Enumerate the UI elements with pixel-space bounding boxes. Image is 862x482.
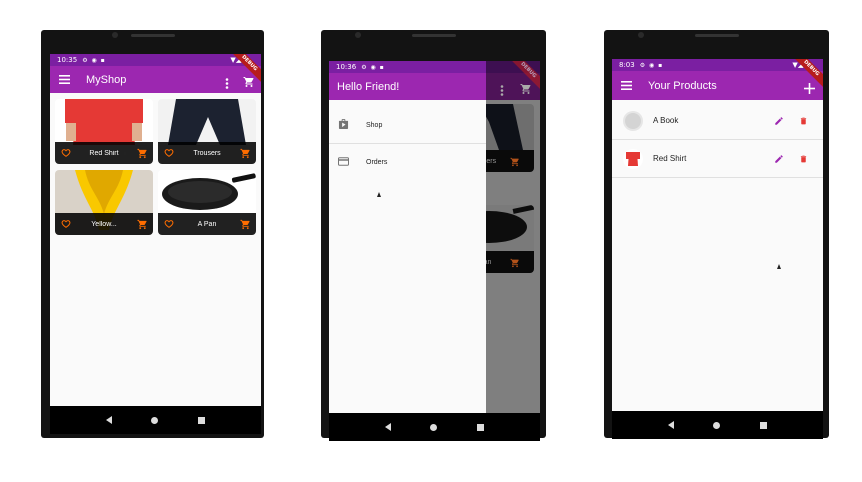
camera [112, 32, 118, 38]
status-time: 10:36 [336, 63, 357, 71]
mouse-cursor [123, 150, 127, 155]
tile-footer: Red Shirt [55, 142, 153, 164]
product-name: Yellow... [91, 220, 117, 228]
navigation-drawer: 10:36 ⚙ ◉ ▪ Hello Friend! Shop Orders [329, 61, 486, 413]
list-item: A Book [612, 102, 823, 139]
scrim-more-icon [500, 81, 504, 100]
avatar-image [626, 151, 640, 166]
recents-icon[interactable] [198, 416, 206, 424]
drawer-item-label: Shop [366, 121, 383, 129]
camera [638, 32, 644, 38]
cart-icon[interactable] [234, 148, 256, 159]
home-icon[interactable] [713, 421, 721, 429]
scrim-tile-footer: Pan [479, 251, 534, 273]
product-tile[interactable]: Red Shirt [55, 99, 153, 164]
delete-icon[interactable] [791, 154, 815, 164]
list-item: Red Shirt [612, 140, 823, 177]
scrim-tile: users [479, 104, 534, 172]
back-icon[interactable] [384, 423, 391, 431]
scrim-tile-image [479, 205, 534, 243]
status-icons: ⚙ ◉ ▪ [361, 63, 385, 71]
avatar [623, 148, 643, 169]
camera [355, 32, 361, 38]
android-nav-bar [50, 406, 261, 434]
scrim-cart-icon [510, 152, 520, 171]
edit-icon[interactable] [767, 116, 791, 126]
phone-2: users Pan DEBUG 10:36 ⚙ ◉ ▪ Hello Friend [321, 30, 546, 441]
product-title: A Book [653, 116, 679, 125]
hamburger-icon[interactable] [50, 75, 78, 84]
status-bar: 8:03 ⚙ ◉ ▪ ▼◢▮ [612, 59, 823, 71]
status-icons: ⚙ ◉ ▪ [82, 56, 106, 64]
home-icon[interactable] [151, 416, 159, 424]
avatar [623, 110, 643, 131]
heart-icon[interactable] [158, 148, 180, 158]
phone-3: 8:03 ⚙ ◉ ▪ ▼◢▮ Your Products DEBUG A Boo… [604, 30, 829, 439]
phone-1: 10:35 ⚙ ◉ ▪ ▼◢▮ MyShop DEBUG Red Shirt T… [41, 30, 264, 438]
screen-1: 10:35 ⚙ ◉ ▪ ▼◢▮ MyShop DEBUG Red Shirt T… [50, 54, 261, 434]
product-tile[interactable]: A Pan [158, 170, 256, 235]
product-tile[interactable]: Trousers [158, 99, 256, 164]
add-icon[interactable] [804, 79, 815, 98]
status-time: 10:35 [57, 56, 78, 64]
drawer-item-orders[interactable]: Orders [329, 144, 486, 180]
status-bar: 10:35 ⚙ ◉ ▪ ▼◢▮ [50, 54, 261, 66]
hamburger-icon[interactable] [612, 81, 640, 90]
screen-2: users Pan DEBUG 10:36 ⚙ ◉ ▪ Hello Friend [329, 61, 540, 441]
app-bar: MyShop [50, 66, 261, 93]
heart-icon[interactable] [158, 219, 180, 229]
back-icon[interactable] [105, 416, 112, 424]
drawer-header: Hello Friend! [329, 73, 486, 100]
home-icon[interactable] [430, 423, 438, 431]
tile-footer: Trousers [158, 142, 256, 164]
cart-icon[interactable] [131, 148, 153, 159]
mouse-cursor [377, 192, 381, 197]
recents-icon[interactable] [760, 421, 768, 429]
page-title: MyShop [86, 73, 127, 86]
tile-footer: Yellow... [55, 213, 153, 235]
page-title: Your Products [648, 79, 717, 92]
heart-icon[interactable] [55, 148, 77, 158]
heart-icon[interactable] [55, 219, 77, 229]
shop-icon [338, 119, 366, 131]
scrim-cart-icon [510, 253, 520, 272]
scrim-tile-image [479, 104, 523, 150]
cart-icon[interactable] [131, 219, 153, 230]
drawer-item-shop[interactable]: Shop [329, 107, 486, 143]
mouse-cursor [777, 264, 781, 269]
cart-icon[interactable] [234, 219, 256, 230]
back-icon[interactable] [667, 421, 674, 429]
status-bar: 10:36 ⚙ ◉ ▪ [329, 61, 486, 73]
speaker [411, 34, 456, 37]
product-title: Red Shirt [653, 154, 687, 163]
product-name: Trousers [193, 149, 221, 157]
android-nav-bar [329, 413, 540, 441]
shopping-cart-icon[interactable] [243, 73, 255, 92]
more-vert-icon[interactable] [225, 74, 229, 93]
scrim-cart-icon [520, 80, 532, 99]
app-bar: Your Products [612, 71, 823, 100]
avatar-image [625, 112, 641, 129]
delete-icon[interactable] [791, 116, 815, 126]
speaker [694, 34, 739, 37]
tile-footer: A Pan [158, 213, 256, 235]
scrim-tile: Pan [479, 205, 534, 273]
status-icons: ⚙ ◉ ▪ [639, 61, 664, 69]
screen-3: 8:03 ⚙ ◉ ▪ ▼◢▮ Your Products DEBUG A Boo… [612, 59, 823, 439]
status-time: 8:03 [619, 61, 635, 69]
drawer-item-label: Orders [366, 158, 388, 166]
product-tile[interactable]: Yellow... [55, 170, 153, 235]
scrim-tile-footer: users [479, 150, 534, 172]
android-nav-bar [612, 411, 823, 439]
recents-icon[interactable] [477, 423, 485, 431]
product-name: A Pan [197, 220, 217, 228]
edit-icon[interactable] [767, 154, 791, 164]
divider [612, 177, 823, 178]
credit-card-icon [338, 156, 366, 168]
speaker [130, 34, 175, 37]
